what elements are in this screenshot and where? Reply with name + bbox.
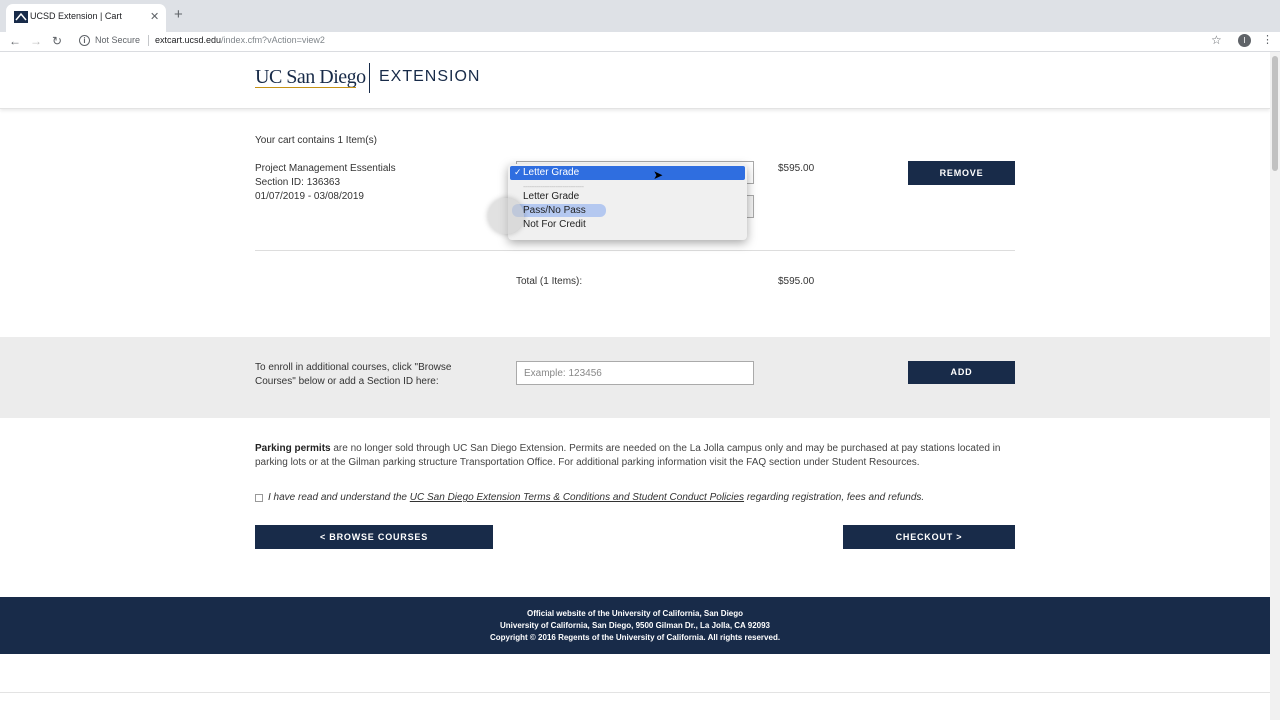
- bottom-rule: [0, 692, 1270, 693]
- parking-notice: Parking permits are no longer sold throu…: [255, 442, 1015, 470]
- back-arrow-icon[interactable]: ←: [9, 33, 21, 49]
- terms-suffix: regarding registration, fees and refunds…: [744, 492, 925, 503]
- footer-line-1: Official website of the University of Ca…: [526, 609, 744, 618]
- total-price: $595.00: [778, 276, 815, 287]
- cart-count: Your cart contains 1 Item(s): [255, 135, 377, 146]
- kebab-menu-icon[interactable]: ⋮: [1262, 33, 1273, 46]
- enroll-instructions: To enroll in additional courses, click "…: [255, 362, 452, 387]
- browser-tab-bar: UCSD Extension | Cart ✕ +: [0, 0, 1280, 32]
- site-footer: Official website of the University of Ca…: [0, 597, 1270, 654]
- footer-line-3: Copyright © 2016 Regents of the Universi…: [489, 633, 781, 642]
- ucsd-favicon-icon: [14, 11, 28, 23]
- checkmark-icon: ✓: [514, 167, 522, 177]
- extension-logo[interactable]: EXTENSION: [379, 68, 480, 86]
- url-separator: [148, 35, 149, 46]
- add-button[interactable]: ADD: [908, 361, 1015, 384]
- new-tab-icon[interactable]: +: [174, 7, 183, 22]
- enroll-section: To enroll in additional courses, click "…: [0, 337, 1270, 418]
- site-header: UC San Diego EXTENSION: [0, 52, 1270, 109]
- terms-checkbox[interactable]: [255, 494, 263, 502]
- scrollbar-thumb[interactable]: [1272, 56, 1278, 171]
- reload-icon[interactable]: ↻: [52, 33, 62, 49]
- browse-courses-button[interactable]: < BROWSE COURSES: [255, 525, 493, 549]
- dropdown-separator: ----------------------------: [523, 182, 584, 191]
- bookmark-star-icon[interactable]: ☆: [1211, 33, 1222, 47]
- profile-avatar[interactable]: I: [1238, 34, 1251, 47]
- option-not-for-credit[interactable]: Not For Credit: [523, 219, 586, 230]
- browser-toolbar: ← → ↻ i Not Secure extcart.ucsd.edu/inde…: [0, 32, 1280, 52]
- grade-dropdown-menu: ✓ Letter Grade -------------------------…: [508, 164, 747, 240]
- terms-label: I have read and understand the UC San Di…: [268, 492, 924, 503]
- parking-title: Parking permits: [255, 443, 331, 454]
- footer-line-2: University of California, San Diego, 950…: [499, 621, 771, 630]
- section-id-input[interactable]: [516, 361, 754, 385]
- security-indicator[interactable]: Not Secure: [95, 35, 140, 45]
- terms-prefix: I have read and understand the: [268, 492, 410, 503]
- tab-title: UCSD Extension | Cart: [30, 11, 122, 21]
- total-label: Total (1 Items):: [516, 276, 583, 287]
- parking-body: are no longer sold through UC San Diego …: [255, 443, 1001, 468]
- course-dates: 01/07/2019 - 03/08/2019: [255, 191, 364, 202]
- remove-button[interactable]: REMOVE: [908, 161, 1015, 185]
- checkout-button[interactable]: CHECKOUT >: [843, 525, 1015, 549]
- course-title: Project Management Essentials: [255, 163, 396, 174]
- page-content: UC San Diego EXTENSION Your cart contain…: [0, 52, 1270, 720]
- dropdown-selected-option[interactable]: ✓ Letter Grade: [510, 166, 745, 180]
- mouse-cursor-icon: ➤: [653, 168, 664, 182]
- selected-option-label: Letter Grade: [523, 167, 580, 178]
- page-scrollbar[interactable]: [1270, 52, 1280, 720]
- close-tab-icon[interactable]: ✕: [150, 10, 159, 23]
- item-price: $595.00: [778, 163, 815, 174]
- url-path: /index.cfm?vAction=view2: [221, 35, 325, 45]
- browser-tab[interactable]: UCSD Extension | Cart ✕: [6, 4, 166, 32]
- option-letter-grade[interactable]: Letter Grade: [523, 191, 579, 202]
- info-icon[interactable]: i: [79, 35, 90, 46]
- logo-underline: [255, 87, 356, 88]
- option-pass-no-pass[interactable]: Pass/No Pass: [523, 205, 586, 216]
- logo-divider: [369, 63, 370, 93]
- terms-link[interactable]: UC San Diego Extension Terms & Condition…: [410, 492, 744, 503]
- click-indicator: [488, 198, 524, 234]
- ucsd-logo[interactable]: UC San Diego: [255, 66, 366, 89]
- forward-arrow-icon[interactable]: →: [30, 33, 42, 49]
- url-host: extcart.ucsd.edu: [155, 35, 222, 45]
- cart-divider: [255, 250, 1015, 251]
- address-bar[interactable]: extcart.ucsd.edu/index.cfm?vAction=view2: [155, 35, 325, 45]
- course-section-id: Section ID: 136363: [255, 177, 341, 188]
